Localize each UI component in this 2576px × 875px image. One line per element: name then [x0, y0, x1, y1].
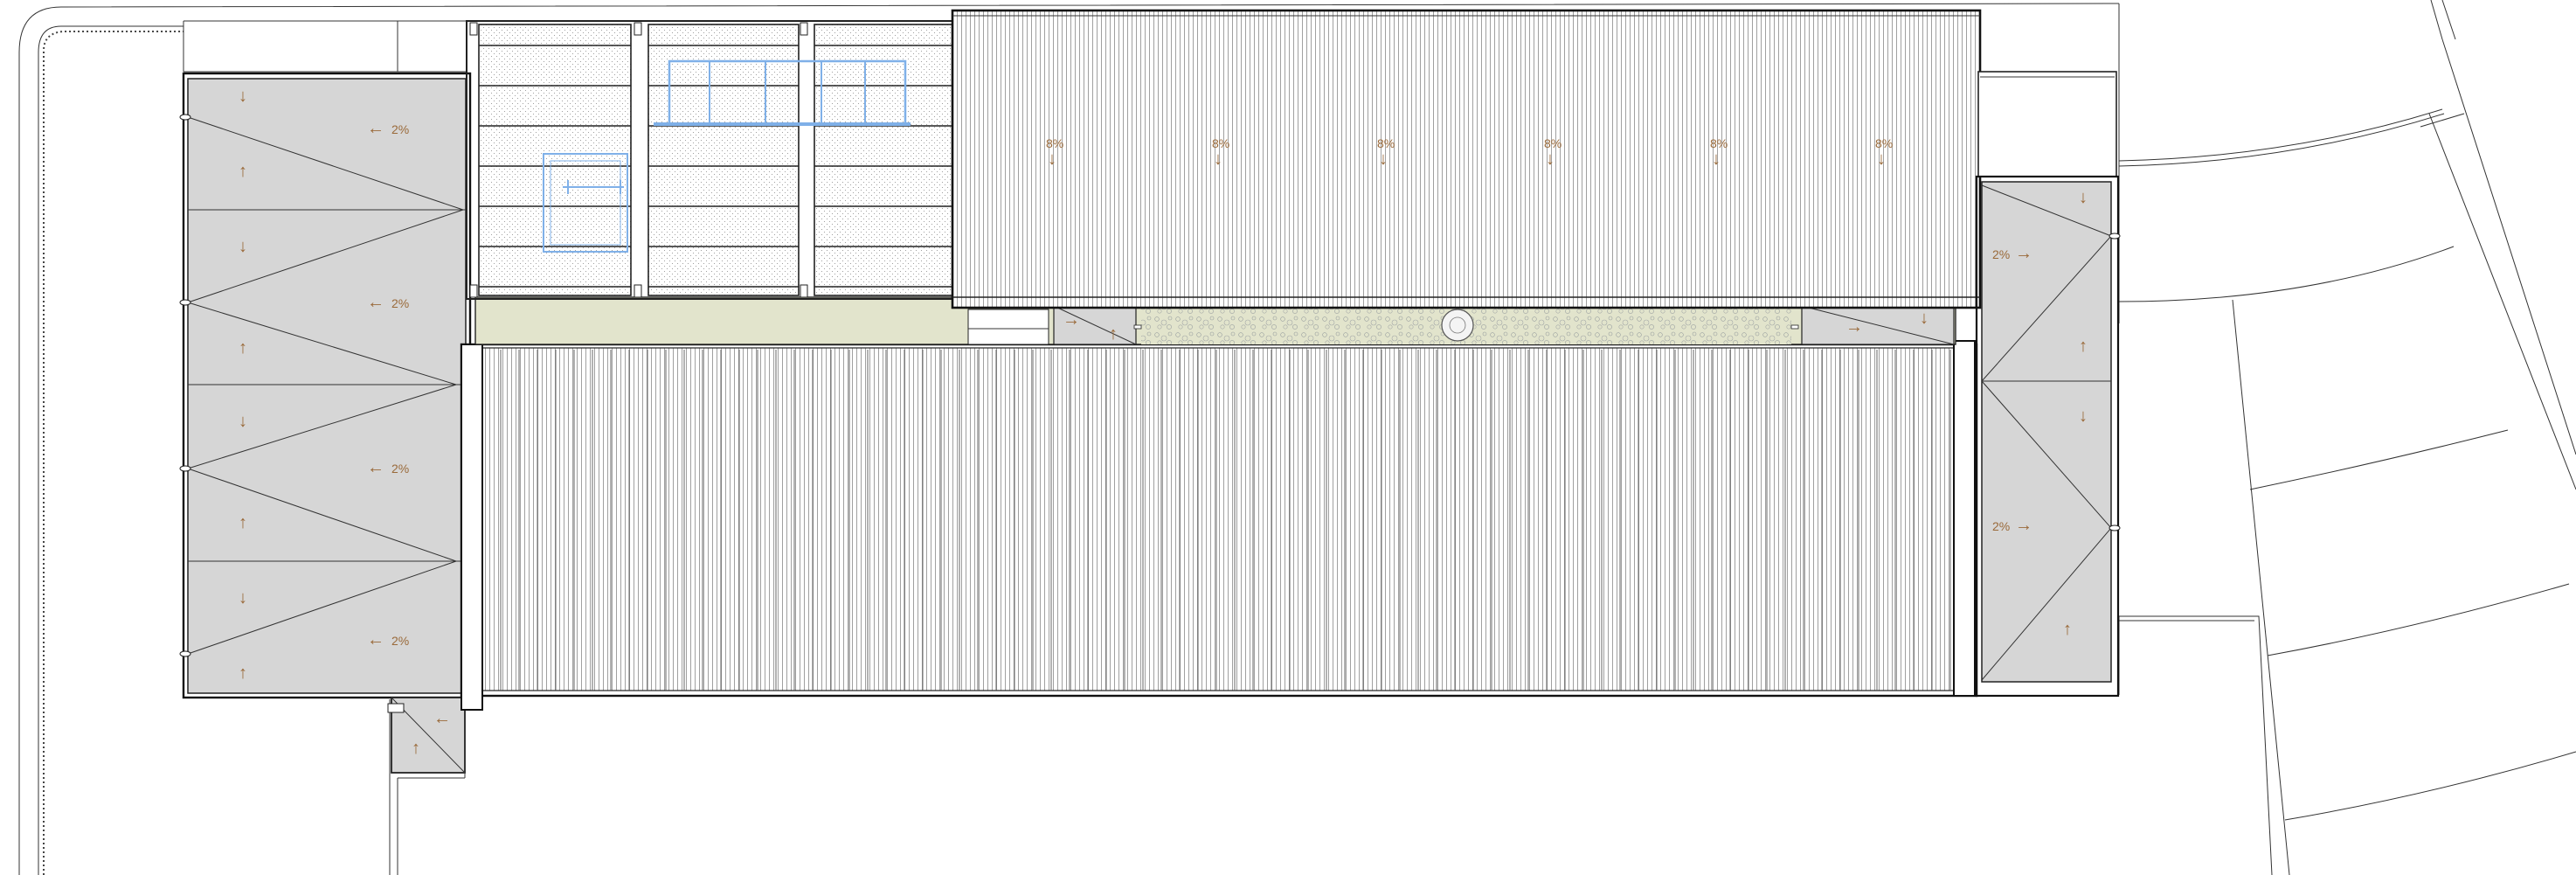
drainage-arrow-right: → [2015, 244, 2032, 263]
drainage-arrow-up: ↑ [239, 663, 247, 683]
drainage-arrow-left: ← [367, 119, 384, 138]
drainage-arrow-down: ↓ [1920, 309, 1929, 328]
slope-label-metal-4: 8% [1544, 136, 1562, 150]
slope-label-metal-3: 8% [1377, 136, 1395, 150]
drainage-arrow-right: → [2015, 516, 2032, 535]
drainage-arrow-left: ← [367, 458, 384, 477]
slope-label-metal-2: 8% [1212, 136, 1229, 150]
drainage-arrow-left: ← [367, 630, 384, 649]
skylight-panels [466, 20, 957, 300]
drainage-arrow-down: ↓ [239, 412, 247, 431]
neighbour-plots [2118, 0, 2576, 875]
drainage-arrow-down: ↓ [1048, 149, 1056, 169]
slope-label-right-2: 2% [1992, 519, 2010, 533]
drainage-arrow-down: ↓ [1214, 149, 1222, 169]
drainage-arrow-up: ↑ [239, 338, 247, 358]
drainage-arrow-down: ↓ [1546, 149, 1555, 169]
drainage-arrow-down: ↓ [2079, 188, 2088, 207]
drainage-arrow-down: ↓ [1877, 149, 1886, 169]
drainage-arrow-down: ↓ [1712, 149, 1721, 169]
stair-tower [387, 697, 466, 875]
drainage-arrow-left: ← [433, 709, 451, 728]
drainage-arrow-right: → [1063, 310, 1080, 330]
drainage-arrow-up: ↑ [2079, 337, 2088, 356]
slope-label-left-4: 2% [391, 634, 409, 648]
slope-label-metal-1: 8% [1046, 136, 1063, 150]
metal-corrugated-roof [951, 9, 1982, 309]
right-wing-roof [1975, 71, 2121, 698]
drainage-arrow-down: ↓ [239, 588, 247, 608]
left-wing-roof [179, 72, 472, 699]
drainage-arrow-up: ↑ [239, 513, 247, 532]
slope-label-left-1: 2% [391, 122, 409, 136]
drainage-arrow-right: → [1845, 317, 1863, 337]
drainage-arrow-down: ↓ [1379, 149, 1388, 169]
slope-label-right-1: 2% [1992, 247, 2010, 261]
slope-label-left-3: 2% [391, 462, 409, 476]
slope-label-left-2: 2% [391, 296, 409, 310]
drainage-arrow-up: ↑ [239, 162, 247, 181]
roof-plan-drawing: 2% 2% 2% 2% 2% 2% 8% 8% 8% 8% 8% 8% ↓ ← ↑ ↓… [18, 0, 2576, 875]
drainage-arrow-down: ↓ [239, 87, 247, 106]
main-pitched-roof [460, 340, 1978, 711]
drainage-arrow-up: ↑ [2063, 620, 2072, 639]
drainage-arrow-left: ← [367, 293, 384, 312]
drainage-arrow-up: ↑ [412, 739, 420, 758]
slope-label-metal-5: 8% [1710, 136, 1728, 150]
drainage-arrow-up: ↑ [1109, 324, 1118, 344]
drainage-arrow-down: ↓ [2079, 406, 2088, 426]
slope-label-metal-6: 8% [1875, 136, 1893, 150]
drainage-arrow-down: ↓ [239, 237, 247, 256]
